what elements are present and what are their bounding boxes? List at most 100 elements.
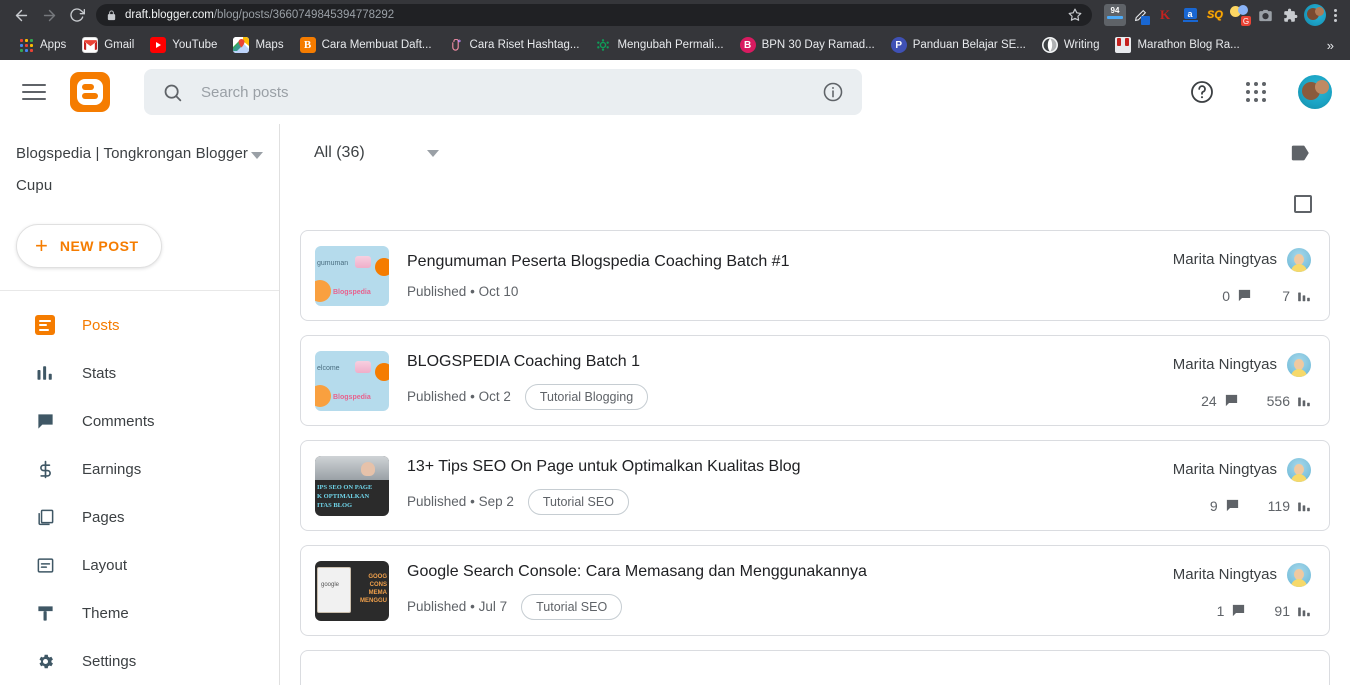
stats-bar-icon [1297, 289, 1311, 303]
post-author: Marita Ningtyas [1172, 562, 1311, 587]
sidebar-item-comments[interactable]: Comments [0, 397, 279, 445]
sidebar-item-label: Stats [82, 364, 117, 382]
browser-menu-kebab-icon[interactable] [1329, 8, 1342, 22]
help-icon[interactable] [1190, 80, 1214, 104]
marathon-icon [1115, 37, 1132, 53]
post-label-chip[interactable]: Tutorial Blogging [524, 383, 649, 410]
comment-count[interactable]: 0 [1220, 288, 1252, 304]
bookmark-cara-membuat-daftar[interactable]: B Cara Membuat Daft... [292, 34, 440, 56]
blog-switcher[interactable]: Blogspedia | Tongkrongan Blogger Cupu [0, 138, 279, 202]
back-arrow-icon[interactable] [8, 2, 34, 28]
sidebar-item-settings[interactable]: Settings [0, 637, 279, 685]
address-bar[interactable]: draft.blogger.com/blog/posts/36607498453… [96, 4, 1092, 26]
author-name: Marita Ningtyas [1172, 566, 1277, 583]
search-input[interactable] [201, 83, 822, 101]
bookmark-apps[interactable]: Apps [10, 34, 74, 56]
select-all-checkbox[interactable] [1294, 195, 1312, 213]
view-count[interactable]: 91 [1274, 603, 1311, 619]
k-extension[interactable]: K [1154, 4, 1176, 26]
theme-icon [32, 604, 58, 623]
view-count[interactable]: 7 [1280, 288, 1311, 304]
user-account-avatar[interactable] [1298, 75, 1332, 109]
post-author: Marita Ningtyas [1173, 352, 1311, 377]
counter-badge-extension[interactable]: 94 [1104, 4, 1126, 26]
sidebar-item-posts[interactable]: Posts [0, 301, 279, 349]
bookmark-label: Gmail [104, 39, 135, 51]
blogger-logo-icon[interactable] [70, 72, 110, 112]
bookmark-gmail[interactable]: Gmail [74, 34, 142, 56]
bookmark-label: Marathon Blog Ra... [1137, 39, 1240, 51]
post-status: Published • Oct 10 [407, 284, 519, 299]
comment-count[interactable]: 24 [1201, 393, 1239, 409]
bookmark-label: Cara Riset Hashtag... [469, 39, 580, 51]
comment-count[interactable]: 9 [1208, 498, 1240, 514]
bookmark-youtube[interactable]: YouTube [142, 34, 225, 56]
bookmark-writing[interactable]: Writing [1034, 34, 1108, 56]
comment-bubble-icon [1231, 603, 1246, 618]
post-title[interactable]: Pengumuman Peserta Blogspedia Coaching B… [407, 252, 1173, 272]
sidebar-item-earnings[interactable]: Earnings [0, 445, 279, 493]
stats-bar-icon [1297, 394, 1311, 408]
ideas-extension[interactable]: G [1229, 4, 1251, 26]
post-meta-row: Published • Sep 2 Tutorial SEO [407, 488, 1173, 515]
blue-p-icon: P [890, 37, 907, 53]
post-label-chip[interactable]: Tutorial SEO [527, 488, 629, 515]
chevron-down-icon [251, 152, 263, 159]
post-title[interactable]: 13+ Tips SEO On Page untuk Optimalkan Ku… [407, 457, 1173, 477]
puzzle-extensions-icon[interactable] [1279, 4, 1301, 26]
pen-tool-extension[interactable] [1129, 4, 1151, 26]
post-filter-dropdown[interactable]: All (36) [314, 144, 439, 162]
post-status: Published • Jul 7 [407, 599, 508, 614]
sidebar-item-stats[interactable]: Stats [0, 349, 279, 397]
bookmark-mengubah-permalink[interactable]: Mengubah Permali... [587, 34, 731, 56]
avatar [1287, 562, 1311, 587]
app-body: Blogspedia | Tongkrongan Blogger Cupu + … [0, 124, 1350, 685]
hamburger-menu-icon[interactable] [22, 80, 46, 104]
browser-chrome: draft.blogger.com/blog/posts/36607498453… [0, 0, 1350, 60]
search-bar[interactable] [144, 69, 862, 115]
screenshot-camera-extension[interactable] [1254, 4, 1276, 26]
sidebar-item-layout[interactable]: Layout [0, 541, 279, 589]
reload-icon[interactable] [64, 2, 90, 28]
post-title[interactable]: Google Search Console: Cara Memasang dan… [407, 562, 1173, 582]
comment-bubble-icon [1224, 393, 1239, 408]
post-author: Marita Ningtyas [1173, 247, 1311, 272]
bookmark-star-icon[interactable] [1068, 8, 1082, 22]
bookmark-bpn-30-day-ramadan[interactable]: B BPN 30 Day Ramad... [732, 34, 883, 56]
amazon-assistant-extension[interactable]: a [1179, 4, 1201, 26]
bookmarks-overflow-icon[interactable]: » [1321, 38, 1340, 53]
post-label-chip[interactable]: Tutorial SEO [521, 593, 623, 620]
header-actions [1190, 75, 1332, 109]
label-tag-icon[interactable] [1290, 142, 1312, 164]
post-title[interactable]: BLOGSPEDIA Coaching Batch 1 [407, 352, 1173, 372]
view-count[interactable]: 556 [1267, 393, 1311, 409]
bookmark-marathon-blog-race[interactable]: Marathon Blog Ra... [1107, 34, 1247, 56]
post-thumbnail: GOOGCONSMEMAMENGGU [315, 560, 389, 621]
main-content: All (36) gumuman Blogspedia Pengumuman P… [280, 124, 1350, 685]
forward-arrow-icon[interactable] [36, 2, 62, 28]
bookmark-panduan-belajar-seo[interactable]: P Panduan Belajar SE... [883, 34, 1034, 56]
posts-icon [32, 315, 58, 335]
bookmark-maps[interactable]: Maps [225, 34, 291, 56]
bookmark-cara-riset-hashtag[interactable]: Cara Riset Hashtag... [440, 34, 588, 56]
table-row[interactable]: gumuman Blogspedia Pengumuman Peserta Blo… [300, 230, 1330, 321]
new-post-button[interactable]: + NEW POST [16, 224, 162, 268]
post-filter-label: All (36) [314, 144, 365, 161]
table-row[interactable]: elcome Blogspedia BLOGSPEDIA Coaching Bat… [300, 335, 1330, 426]
google-apps-grid-icon[interactable] [1246, 82, 1266, 102]
author-name: Marita Ningtyas [1172, 461, 1277, 478]
table-row[interactable]: GOOGCONSMEMAMENGGU Google Search Console… [300, 545, 1330, 636]
view-count[interactable]: 119 [1268, 498, 1311, 514]
table-row[interactable] [300, 650, 1330, 685]
chevron-down-icon [426, 149, 439, 157]
sidebar-item-theme[interactable]: Theme [0, 589, 279, 637]
post-meta-row: Published • Jul 7 Tutorial SEO [407, 593, 1173, 620]
table-row[interactable]: IPS SEO ON PAGE K OPTIMALKAN ITAS BLOG 13+… [300, 440, 1330, 531]
comment-count[interactable]: 1 [1214, 603, 1246, 619]
sidebar-item-pages[interactable]: Pages [0, 493, 279, 541]
post-thumbnail: IPS SEO ON PAGE K OPTIMALKAN ITAS BLOG [315, 455, 389, 516]
new-post-label: NEW POST [59, 238, 139, 254]
seoquake-extension[interactable]: SQ [1204, 4, 1226, 26]
info-icon[interactable] [822, 81, 844, 103]
browser-profile-avatar[interactable] [1304, 4, 1326, 26]
